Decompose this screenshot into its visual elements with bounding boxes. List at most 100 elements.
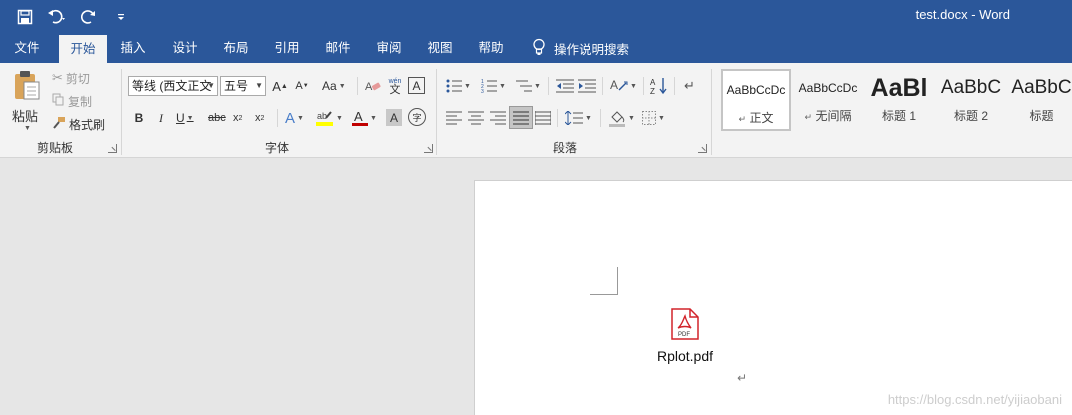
document-area: PDF Rplot.pdf ↵ https://blog.csdn.net/yi… [0,158,1072,415]
paragraph-group-label: 段落 [552,141,577,155]
clipboard-group-label: 剪贴板 [36,141,73,155]
document-page[interactable]: PDF Rplot.pdf ↵ https://blog.csdn.net/yi… [474,180,1072,415]
tab-layout[interactable]: 布局 [213,33,259,63]
style-sample: AaBbC [1011,77,1072,98]
svg-text:A: A [354,109,363,124]
shading-icon[interactable]: ▼ [608,108,635,128]
superscript-icon[interactable]: x2 [255,109,264,127]
clipboard-launcher-icon[interactable] [108,144,117,153]
style-name: 标题 2 [953,109,988,123]
svg-text:A: A [650,78,656,87]
tab-help[interactable]: 帮助 [468,33,514,63]
tab-mailings[interactable]: 邮件 [315,33,361,63]
show-formatting-marks-icon[interactable]: ↵ [684,77,695,95]
cut-button[interactable]: ✂ 剪切 [52,69,90,87]
numbering-icon[interactable]: 1 2 3 ▼ [481,77,506,95]
subscript-icon[interactable]: x2 [233,109,242,127]
svg-text:3: 3 [481,89,484,93]
enclose-characters-icon[interactable]: 字 [408,108,426,126]
sort-icon[interactable]: AZ [650,76,668,96]
save-icon[interactable] [14,6,36,28]
paragraph-mark-icon: ↵ [737,371,748,385]
character-shading-icon[interactable]: A [386,109,402,126]
font-launcher-icon[interactable] [424,144,433,153]
style-name: 标题 1 [881,109,916,123]
tab-insert[interactable]: 插入 [110,33,156,63]
italic-icon[interactable]: I [154,109,168,127]
cut-label: 剪切 [65,71,90,86]
multilevel-list-icon[interactable]: ▼ [516,77,541,95]
divider [277,109,278,127]
increase-indent-icon[interactable] [578,77,596,95]
chinese-layout-icon[interactable]: A ▼ [610,77,637,95]
strikethrough-icon[interactable]: abc [208,109,226,127]
font-size-combo[interactable]: 五号 ▼ [220,76,266,96]
style-sample: AaBbC [940,77,1002,98]
svg-text:Z: Z [650,87,655,95]
font-name-combo[interactable]: 等线 (西文正文 ▼ [128,76,218,96]
style-no-spacing[interactable]: AaBbCcDc ↵ 无间隔 [795,69,861,131]
chevron-down-icon: ▼ [255,81,263,90]
shrink-font-icon[interactable]: A ▼ [294,77,310,95]
format-painter-button[interactable]: 格式刷 [52,115,105,133]
tab-review[interactable]: 审阅 [366,33,412,63]
svg-text:A: A [610,78,618,92]
justify-icon[interactable] [509,106,533,129]
style-title[interactable]: AaBbC 标题 [1011,69,1072,131]
tab-design[interactable]: 设计 [162,33,208,63]
font-name-value: 等线 (西文正文 [132,79,212,93]
borders-icon[interactable]: ▼ [642,109,665,127]
align-right-icon[interactable] [490,109,506,127]
style-sample: AaBl [870,74,928,102]
divider [674,77,675,95]
underline-icon[interactable]: U ▼ [176,109,194,127]
change-case-label: Aa [322,79,337,93]
watermark-text: https://blog.csdn.net/yijiaobani [887,392,1062,407]
style-name: 无间隔 [815,109,852,123]
style-normal[interactable]: AaBbCcDc ↵ 正文 [721,69,791,131]
highlight-color-icon[interactable]: ab ▼ [316,108,343,128]
group-divider [711,69,712,155]
svg-text:A: A [365,81,373,93]
distributed-icon[interactable] [535,109,551,127]
undo-icon[interactable] [46,6,68,28]
divider [357,77,358,95]
lightbulb-icon [532,38,546,59]
margin-corner-mark [590,267,618,295]
styles-gallery: AaBbCcDc ↵ 正文 AaBbCcDc ↵ 无间隔 AaBl 标题 1 A… [719,69,1072,133]
divider [557,109,558,127]
phonetic-guide-icon[interactable]: wén 文 [385,75,405,97]
style-heading-1[interactable]: AaBl 标题 1 [867,69,931,131]
font-color-icon[interactable]: A ▼ [352,108,377,128]
customize-qat-icon[interactable] [110,6,132,28]
tab-file[interactable]: 文件 [2,33,52,63]
tab-home[interactable]: 开始 [59,35,107,63]
copy-button[interactable]: 复制 [52,92,92,110]
style-heading-2[interactable]: AaBbC 标题 2 [939,69,1003,131]
embedded-pdf-object[interactable]: PDF Rplot.pdf [645,307,725,364]
tab-view[interactable]: 视图 [417,33,463,63]
line-spacing-icon[interactable]: ▼ [565,109,592,127]
pdf-badge-label: PDF [678,332,690,338]
tell-me-box[interactable]: 操作说明搜索 [532,33,629,63]
tab-references[interactable]: 引用 [264,33,310,63]
change-case-button[interactable]: Aa ▼ [322,77,346,95]
divider [600,109,601,127]
style-sample: AaBbCcDc [798,81,858,95]
grow-font-icon[interactable]: A ▲ [272,77,288,95]
redo-icon[interactable] [78,6,100,28]
align-left-icon[interactable] [446,109,462,127]
decrease-indent-icon[interactable] [556,77,574,95]
align-center-icon[interactable] [468,109,484,127]
paragraph-launcher-icon[interactable] [698,144,707,153]
text-effects-icon[interactable]: A ▼ [285,108,304,128]
clear-formatting-icon[interactable]: A [364,77,382,95]
svg-text:ab: ab [317,111,327,121]
character-border-icon[interactable]: A [408,77,425,94]
bullets-icon[interactable]: ▼ [446,77,471,95]
paragraph-mark-icon: ↵ [804,112,813,122]
copy-icon [52,93,65,109]
paste-button[interactable]: 粘贴 ▼ [12,69,48,132]
ribbon-home: 粘贴 ▼ ✂ 剪切 复制 格式刷 剪贴板 等线 (西文正文 ▼ 五号 ▼ A ▲ A ▼… [0,63,1072,158]
bold-icon[interactable]: B [132,109,146,127]
